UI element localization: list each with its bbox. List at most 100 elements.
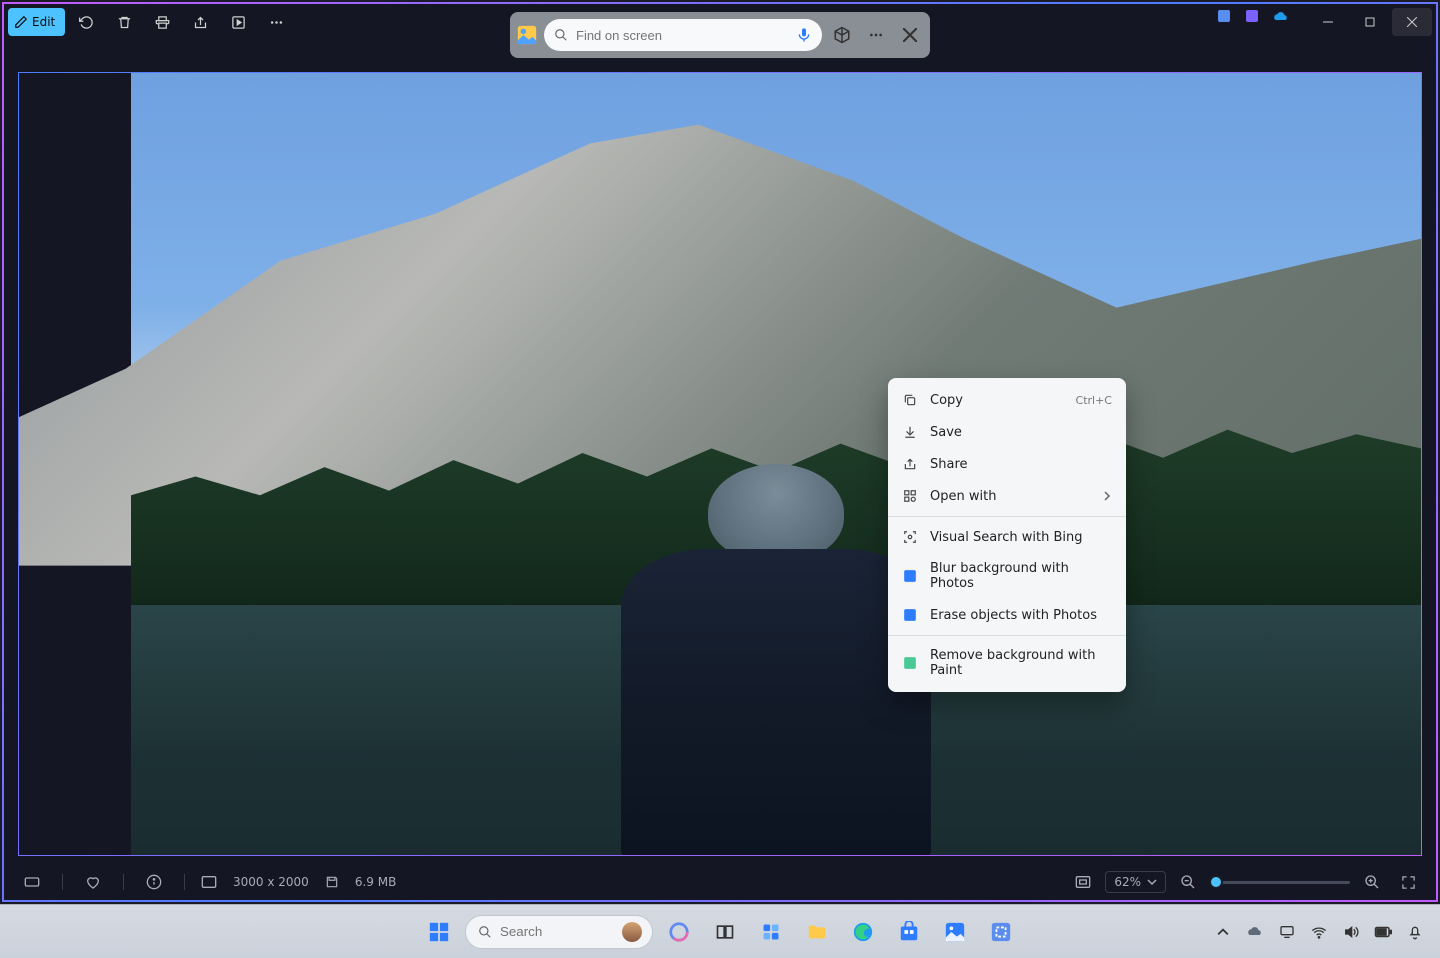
menu-blur-bg[interactable]: Blur background with Photos [888, 553, 1126, 599]
slideshow-button[interactable] [221, 8, 255, 36]
rotate-button[interactable] [69, 8, 103, 36]
fullscreen-icon [1401, 875, 1416, 890]
photos-taskbar[interactable] [935, 912, 975, 952]
image-frame[interactable] [18, 72, 1422, 856]
menu-save[interactable]: Save [888, 416, 1126, 448]
info-button[interactable] [140, 868, 168, 896]
search-close-button[interactable] [896, 21, 924, 49]
menu-erase-objects[interactable]: Erase objects with Photos [888, 599, 1126, 631]
zoom-slider-thumb[interactable] [1209, 875, 1223, 889]
photos-icon [902, 607, 918, 623]
widgets-button[interactable] [751, 912, 791, 952]
minimize-button[interactable] [1308, 8, 1348, 36]
menu-open-with-label: Open with [930, 489, 1090, 504]
photos-icon [902, 568, 918, 584]
menu-share-label: Share [930, 457, 1112, 472]
screenshot-icon [516, 24, 538, 46]
more-icon [868, 27, 884, 43]
save-icon [902, 424, 918, 440]
menu-separator [888, 635, 1126, 636]
image-dimensions: 3000 x 2000 [233, 875, 309, 889]
tray-wifi[interactable] [1308, 921, 1330, 943]
delete-button[interactable] [107, 8, 141, 36]
mic-icon[interactable] [796, 27, 812, 43]
snipping-tool-taskbar[interactable] [981, 912, 1021, 952]
explorer-button[interactable] [797, 912, 837, 952]
menu-visual-search[interactable]: Visual Search with Bing [888, 521, 1126, 553]
tray-chevron[interactable] [1212, 921, 1234, 943]
taskbar-search-input[interactable] [500, 924, 614, 939]
trash-icon [117, 15, 132, 30]
play-box-icon [231, 15, 246, 30]
menu-share[interactable]: Share [888, 448, 1126, 480]
tray-onedrive[interactable] [1244, 921, 1266, 943]
store-button[interactable] [889, 912, 929, 952]
tray-battery[interactable] [1372, 921, 1394, 943]
zoom-slider[interactable] [1210, 881, 1350, 884]
search-input[interactable] [576, 28, 788, 43]
menu-blur-bg-label: Blur background with Photos [930, 561, 1112, 591]
chevron-right-icon [1102, 491, 1112, 501]
close-icon [1407, 17, 1417, 27]
photo-content [131, 73, 1421, 855]
edit-label: Edit [32, 15, 55, 29]
search-pill[interactable] [544, 19, 822, 51]
windows-icon [428, 921, 450, 943]
menu-copy[interactable]: Copy Ctrl+C [888, 384, 1126, 416]
search-icon [478, 925, 492, 939]
chevron-down-icon [1147, 877, 1157, 887]
copy-icon [902, 392, 918, 408]
tray-cast[interactable] [1276, 921, 1298, 943]
maximize-button[interactable] [1350, 8, 1390, 36]
minimize-icon [1323, 17, 1333, 27]
menu-erase-objects-label: Erase objects with Photos [930, 608, 1112, 623]
maximize-icon [1365, 17, 1375, 27]
clipchamp-icon[interactable] [1244, 8, 1260, 36]
zoom-dropdown[interactable]: 62% [1105, 871, 1166, 893]
copilot-button[interactable] [828, 21, 856, 49]
taskbar-search[interactable] [465, 915, 653, 949]
search-more-button[interactable] [862, 21, 890, 49]
favorite-button[interactable] [79, 868, 107, 896]
app-window: Edit [2, 2, 1438, 902]
more-icon [269, 15, 284, 30]
fit-window-button[interactable] [1069, 868, 1097, 896]
search-avatar-icon [622, 922, 642, 942]
zoom-out-button[interactable] [1174, 868, 1202, 896]
share-button-toolbar[interactable] [183, 8, 217, 36]
find-on-screen-bar [510, 12, 930, 58]
zoom-in-icon [1364, 874, 1380, 890]
menu-separator [888, 516, 1126, 517]
edge-button[interactable] [843, 912, 883, 952]
designer-icon[interactable] [1216, 8, 1232, 36]
print-icon [155, 15, 170, 30]
more-button[interactable] [259, 8, 293, 36]
close-icon [903, 28, 917, 42]
visual-search-icon [902, 529, 918, 545]
task-view-button[interactable] [705, 912, 745, 952]
menu-remove-bg[interactable]: Remove background with Paint [888, 640, 1126, 686]
canvas-area [4, 40, 1436, 864]
zoom-value: 62% [1114, 875, 1141, 889]
tray-volume[interactable] [1340, 921, 1362, 943]
menu-copy-label: Copy [930, 393, 1064, 408]
menu-save-label: Save [930, 425, 1112, 440]
zoom-in-button[interactable] [1358, 868, 1386, 896]
paint-icon [902, 655, 918, 671]
menu-open-with[interactable]: Open with [888, 480, 1126, 512]
start-button[interactable] [419, 912, 459, 952]
tray-notifications[interactable] [1404, 921, 1426, 943]
edit-icon [14, 15, 28, 29]
filmstrip-toggle[interactable] [18, 868, 46, 896]
menu-visual-search-label: Visual Search with Bing [930, 530, 1112, 545]
fullscreen-button[interactable] [1394, 868, 1422, 896]
edit-button[interactable]: Edit [8, 8, 65, 36]
close-button[interactable] [1392, 8, 1432, 36]
onedrive-icon[interactable] [1272, 8, 1290, 36]
print-button[interactable] [145, 8, 179, 36]
copilot-taskbar[interactable] [659, 912, 699, 952]
file-size: 6.9 MB [355, 875, 396, 889]
fit-icon [1075, 875, 1091, 889]
statusbar: 3000 x 2000 6.9 MB 62% [4, 864, 1436, 900]
heart-icon [85, 874, 101, 890]
